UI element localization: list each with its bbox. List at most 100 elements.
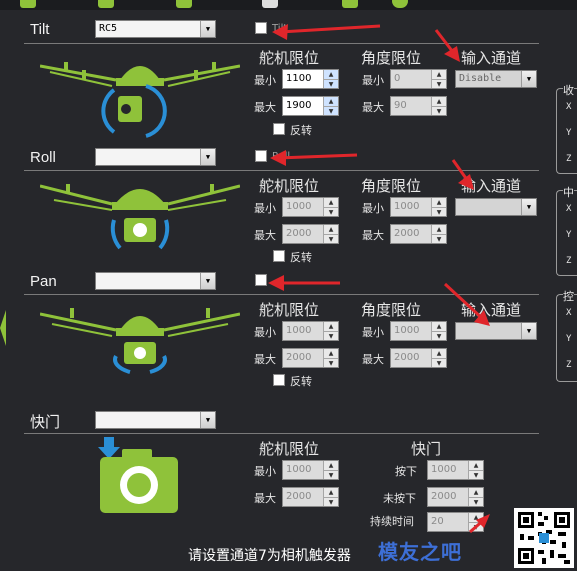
spin-arrows-icon[interactable]: ▲ ▼ bbox=[323, 70, 338, 88]
roll-servo-max-spinbox[interactable]: 2000 ▲ ▼ bbox=[282, 224, 339, 244]
pan-stabilize-checkbox[interactable] bbox=[255, 274, 267, 286]
toolbar-icon[interactable] bbox=[98, 0, 114, 8]
roll-input-channel-select[interactable]: ▼ bbox=[455, 198, 537, 216]
spin-arrows-icon[interactable]: ▲ ▼ bbox=[431, 198, 446, 216]
toolbar-icon[interactable] bbox=[342, 0, 358, 8]
roll-checkbox-label: Roll bbox=[272, 151, 291, 162]
toolbar-icon[interactable] bbox=[176, 0, 192, 8]
chevron-down-icon[interactable]: ▼ bbox=[521, 71, 536, 87]
shutter-servo-max-spinbox[interactable]: 2000 ▲ ▼ bbox=[282, 487, 339, 507]
chevron-down-icon[interactable]: ▼ bbox=[200, 273, 215, 289]
chevron-down-icon[interactable]: ▼ bbox=[200, 412, 215, 428]
side-panel-2: 中 X Y Z bbox=[556, 184, 577, 276]
collapse-handle-icon[interactable] bbox=[0, 310, 6, 346]
spin-arrows-icon[interactable]: ▲ ▼ bbox=[323, 198, 338, 216]
shutter-pressed-spinbox[interactable]: 1000 ▲ ▼ bbox=[427, 460, 484, 480]
tilt-servo-max-value: 1900 bbox=[286, 100, 312, 111]
axis-x-label: X bbox=[566, 102, 572, 112]
roll-channel-select[interactable]: ▼ bbox=[95, 148, 216, 166]
axis-z-label: Z bbox=[566, 256, 572, 266]
axis-y-label: Y bbox=[566, 334, 572, 344]
tilt-label: Tilt bbox=[30, 21, 50, 38]
shutter-released-spinbox[interactable]: 2000 ▲ ▼ bbox=[427, 487, 484, 507]
spin-arrows-icon[interactable]: ▲ ▼ bbox=[468, 513, 483, 531]
roll-angle-max-value: 2000 bbox=[394, 228, 420, 239]
pan-servo-max-value: 2000 bbox=[286, 352, 312, 363]
spin-arrows-icon[interactable]: ▲ ▼ bbox=[468, 461, 483, 479]
tilt-reverse-label: 反转 bbox=[290, 124, 312, 137]
pan-channel-select[interactable]: ▼ bbox=[95, 272, 216, 290]
pan-servo-min-value: 1000 bbox=[286, 325, 312, 336]
toolbar-icon[interactable] bbox=[262, 0, 278, 8]
pan-input-channel-select[interactable]: ▼ bbox=[455, 322, 537, 340]
side-panel-2-title: 中 bbox=[563, 184, 574, 200]
pan-servo-max-spinbox[interactable]: 2000 ▲ ▼ bbox=[282, 348, 339, 368]
roll-angle-max-spinbox[interactable]: 2000 ▲ ▼ bbox=[390, 224, 447, 244]
shutter-camera-icon bbox=[98, 437, 178, 513]
shutter-servo-min-spinbox[interactable]: 1000 ▲ ▼ bbox=[282, 460, 339, 480]
roll-separator bbox=[24, 170, 539, 171]
spin-arrows-icon[interactable]: ▲ ▼ bbox=[431, 225, 446, 243]
roll-reverse-checkbox[interactable] bbox=[273, 250, 285, 262]
roll-angle-header: 角度限位 bbox=[361, 177, 422, 195]
chevron-down-icon[interactable]: ▼ bbox=[200, 21, 215, 37]
tilt-checkbox-label: Tilt bbox=[272, 23, 288, 34]
shutter-servo-min-value: 1000 bbox=[286, 464, 312, 475]
shutter-label: 快门 bbox=[30, 414, 61, 431]
tilt-channel-value: RC5 bbox=[99, 23, 118, 34]
tilt-input-channel-select[interactable]: Disable ▼ bbox=[455, 70, 537, 88]
pan-servo-min-spinbox[interactable]: 1000 ▲ ▼ bbox=[282, 321, 339, 341]
tilt-servo-min-spinbox[interactable]: 1100 ▲ ▼ bbox=[282, 69, 339, 89]
spin-arrows-icon[interactable]: ▲ ▼ bbox=[323, 349, 338, 367]
pan-servo-min-label: 最小 bbox=[254, 326, 276, 339]
spin-arrows-icon[interactable]: ▲ ▼ bbox=[468, 488, 483, 506]
spin-arrows-icon[interactable]: ▲ ▼ bbox=[323, 322, 338, 340]
shutter-pressed-value: 1000 bbox=[431, 464, 457, 475]
caption-text: 请设置通道7为相机触发器 bbox=[188, 548, 351, 564]
pan-angle-max-value: 2000 bbox=[394, 352, 420, 363]
tilt-channel-select[interactable]: RC5 ▼ bbox=[95, 20, 216, 38]
tilt-input-channel-value: Disable bbox=[459, 73, 502, 84]
shutter-duration-label: 持续时间 bbox=[370, 515, 414, 528]
roll-stabilize-checkbox[interactable] bbox=[255, 150, 267, 162]
pan-angle-min-value: 1000 bbox=[394, 325, 420, 336]
toolbar-icon[interactable] bbox=[20, 0, 36, 8]
axis-x-label: X bbox=[566, 308, 572, 318]
spin-arrows-icon[interactable]: ▲ ▼ bbox=[431, 97, 446, 115]
watermark-text: 模友之吧 bbox=[378, 540, 462, 564]
tilt-stabilize-checkbox[interactable] bbox=[255, 22, 267, 34]
shutter-channel-select[interactable]: ▼ bbox=[95, 411, 216, 429]
pan-label: Pan bbox=[30, 273, 57, 290]
spin-arrows-icon[interactable]: ▲ ▼ bbox=[323, 225, 338, 243]
pan-drone-icon bbox=[40, 308, 240, 374]
pan-angle-max-spinbox[interactable]: 2000 ▲ ▼ bbox=[390, 348, 447, 368]
tilt-reverse-checkbox[interactable] bbox=[273, 123, 285, 135]
spin-arrows-icon[interactable]: ▲ ▼ bbox=[323, 488, 338, 506]
roll-angle-min-spinbox[interactable]: 1000 ▲ ▼ bbox=[390, 197, 447, 217]
chevron-down-icon[interactable]: ▼ bbox=[200, 149, 215, 165]
spin-arrows-icon[interactable]: ▲ ▼ bbox=[431, 322, 446, 340]
shutter-duration-spinbox[interactable]: 20 ▲ ▼ bbox=[427, 512, 484, 532]
tilt-angle-max-spinbox[interactable]: 90 ▲ ▼ bbox=[390, 96, 447, 116]
axis-z-label: Z bbox=[566, 360, 572, 370]
top-toolbar-strip bbox=[0, 0, 577, 10]
tilt-servo-min-value: 1100 bbox=[286, 73, 312, 84]
spin-arrows-icon[interactable]: ▲ ▼ bbox=[431, 70, 446, 88]
chevron-down-icon[interactable]: ▼ bbox=[521, 199, 536, 215]
pan-angle-min-spinbox[interactable]: 1000 ▲ ▼ bbox=[390, 321, 447, 341]
toolbar-icon[interactable] bbox=[392, 0, 408, 8]
pan-reverse-checkbox[interactable] bbox=[273, 374, 285, 386]
spin-arrows-icon[interactable]: ▲ ▼ bbox=[431, 349, 446, 367]
spin-arrows-icon[interactable]: ▲ ▼ bbox=[323, 461, 338, 479]
roll-label: Roll bbox=[30, 149, 56, 166]
axis-y-label: Y bbox=[566, 128, 572, 138]
tilt-servo-max-spinbox[interactable]: 1900 ▲ ▼ bbox=[282, 96, 339, 116]
chevron-down-icon[interactable]: ▼ bbox=[521, 323, 536, 339]
roll-servo-min-spinbox[interactable]: 1000 ▲ ▼ bbox=[282, 197, 339, 217]
tilt-servo-header: 舵机限位 bbox=[259, 49, 320, 67]
roll-servo-min-label: 最小 bbox=[254, 202, 276, 215]
tilt-angle-min-spinbox[interactable]: 0 ▲ ▼ bbox=[390, 69, 447, 89]
roll-servo-max-label: 最大 bbox=[254, 229, 276, 242]
spin-arrows-icon[interactable]: ▲ ▼ bbox=[323, 97, 338, 115]
roll-angle-min-value: 1000 bbox=[394, 201, 420, 212]
